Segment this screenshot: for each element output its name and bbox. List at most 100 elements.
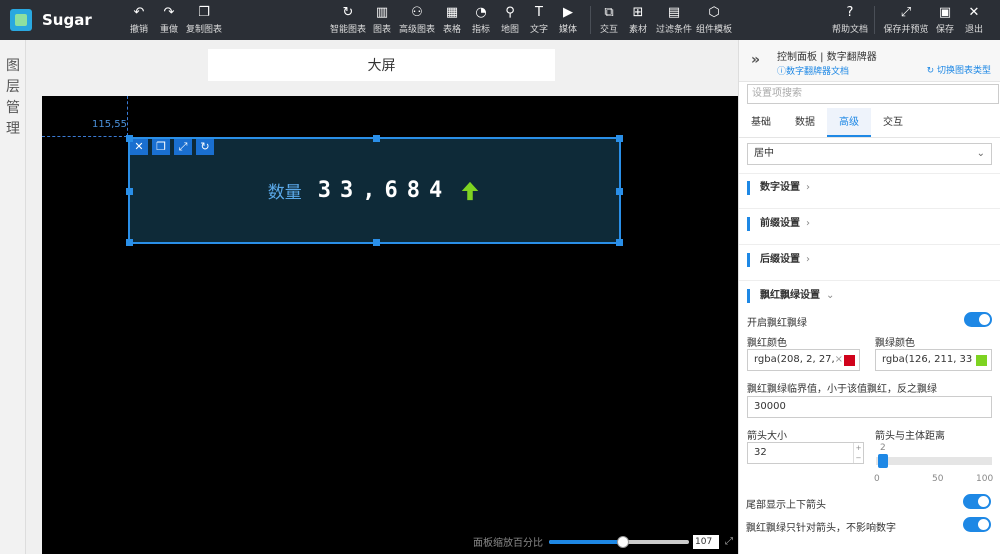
zoom-control: 面板缩放百分比 107 ⤢ — [473, 534, 733, 549]
number-flipper-widget[interactable]: ✕ ❐ ⤢ ↻ 数量 33,684 — [126, 135, 623, 246]
position-guide-vertical — [127, 96, 128, 136]
alignment-value: 居中 — [754, 148, 774, 159]
section-divider — [739, 208, 1000, 209]
expand-icon: ⤢ — [900, 5, 912, 20]
section-red-green-settings[interactable]: 飘红飘绿设置 ⌄ — [747, 289, 834, 303]
section-suffix-settings[interactable]: 后缀设置 › — [747, 253, 810, 267]
help-icon: ? — [846, 5, 854, 20]
slider-tick-100: 100 — [976, 474, 994, 484]
red-color-field[interactable]: rgba(208, 2, 27, × — [747, 349, 860, 371]
section-divider — [739, 173, 1000, 174]
zoom-slider-knob[interactable] — [617, 535, 630, 548]
enable-red-green-toggle[interactable] — [964, 312, 992, 327]
media-play-icon: ▶ — [563, 5, 573, 20]
arrow-up-path — [461, 181, 479, 200]
layer-management-label: 图层管理 — [6, 58, 20, 137]
map-pin-icon: ⚲ — [505, 5, 515, 20]
cube-icon: ⬡ — [708, 5, 720, 20]
threshold-input[interactable]: 30000 — [747, 396, 992, 418]
zoom-input[interactable]: 107 — [693, 534, 719, 549]
sugar-logo-icon — [10, 9, 32, 31]
green-color-field[interactable]: rgba(126, 211, 33 — [875, 349, 992, 371]
canvas-area: 大屏 115,55 ✕ ❐ ⤢ ↻ 数量 33,684 面板缩放百分比 107 … — [27, 40, 738, 554]
arrow-only-label: 飘红飘绿只针对箭头，不影响数字 — [746, 523, 896, 534]
enable-red-green-label: 开启飘红飘绿 — [747, 318, 807, 329]
panel-title: 控制面板 | 数字翻牌器 — [777, 52, 877, 63]
resize-handle[interactable] — [373, 239, 380, 246]
zoom-label: 面板缩放百分比 — [473, 538, 543, 549]
app-name: Sugar — [42, 11, 92, 29]
copy-chart-button[interactable]: ❐ 复制图表 — [180, 4, 228, 35]
resize-handle[interactable] — [616, 135, 623, 142]
arrow-distance-value: 2 — [880, 443, 886, 453]
threshold-label: 飘红飘绿临界值，小于该值飘红，反之飘绿 — [747, 384, 937, 395]
chevron-down-icon: ⌄ — [976, 148, 985, 159]
arrow-distance-slider-knob[interactable] — [878, 454, 889, 468]
section-number-settings[interactable]: 数字设置 › — [747, 181, 810, 195]
copy-widget-icon[interactable]: ❐ — [152, 139, 170, 155]
doc-link[interactable]: ⓘ数字翻牌器文档 — [777, 64, 849, 77]
position-readout: 115,55 — [92, 119, 127, 130]
tail-arrow-label: 尾部显示上下箭头 — [746, 500, 826, 511]
help-circle-icon: ⓘ — [777, 67, 787, 77]
control-panel: » 控制面板 | 数字翻牌器 ⓘ数字翻牌器文档 ↻ 切换图表类型 设置项搜索 基… — [738, 40, 1000, 554]
widget-prefix: 数量 — [267, 183, 302, 203]
arrow-size-input[interactable]: 32 + − — [747, 442, 864, 464]
tab-advanced[interactable]: 高级 — [827, 108, 871, 137]
clear-icon[interactable]: × — [835, 350, 843, 370]
app-logo: Sugar — [10, 9, 92, 31]
widget-toolbar: ✕ ❐ ⤢ ↻ — [130, 139, 218, 155]
alignment-select[interactable]: 居中 ⌄ — [747, 143, 992, 165]
material-icon: ⊞ — [632, 5, 644, 20]
position-guide-horizontal — [42, 136, 127, 137]
refresh-widget-icon[interactable]: ↻ — [196, 139, 214, 155]
chevron-right-icon: › — [806, 182, 810, 193]
arrow-size-stepper[interactable]: + − — [853, 443, 863, 463]
tab-basic[interactable]: 基础 — [739, 108, 783, 137]
green-color-value: rgba(126, 211, 33 — [882, 354, 973, 365]
copy-icon: ❐ — [198, 5, 210, 20]
tab-interaction[interactable]: 交互 — [871, 108, 915, 137]
slider-tick-0: 0 — [874, 474, 880, 484]
resize-handle[interactable] — [126, 188, 133, 195]
resize-handle[interactable] — [126, 239, 133, 246]
screen-title[interactable]: 大屏 — [208, 49, 555, 81]
arrow-distance-slider[interactable] — [876, 457, 992, 465]
template-button[interactable]: ⬡ 组件模板 — [690, 4, 738, 35]
advanced-chart-icon: ⚇ — [411, 5, 423, 20]
panel-header: » 控制面板 | 数字翻牌器 ⓘ数字翻牌器文档 ↻ 切换图表类型 — [739, 40, 1000, 82]
resize-handle[interactable] — [126, 135, 133, 142]
resize-handle[interactable] — [616, 239, 623, 246]
tab-data[interactable]: 数据 — [783, 108, 827, 137]
collapse-panel-icon[interactable]: » — [751, 52, 760, 68]
settings-search-input[interactable]: 设置项搜索 — [747, 84, 999, 104]
gauge-icon: ◔ — [475, 5, 487, 20]
resize-handle[interactable] — [373, 135, 380, 142]
red-color-label: 飘红颜色 — [747, 338, 787, 349]
zoom-slider[interactable] — [549, 535, 689, 548]
arrow-only-toggle[interactable] — [963, 517, 991, 532]
section-prefix-settings[interactable]: 前缀设置 › — [747, 217, 810, 231]
text-icon: T — [535, 5, 543, 20]
green-color-swatch[interactable] — [976, 355, 987, 366]
arrow-size-label: 箭头大小 — [747, 431, 787, 442]
arrow-up-icon — [461, 181, 479, 200]
red-color-value: rgba(208, 2, 27, — [754, 354, 835, 365]
red-color-swatch[interactable] — [844, 355, 855, 366]
fullscreen-widget-icon[interactable]: ⤢ — [174, 139, 192, 155]
exit-button[interactable]: ✕ 退出 — [950, 4, 998, 35]
refresh-icon: ↻ — [926, 66, 937, 76]
redo-icon: ↷ — [163, 5, 175, 20]
bar-chart-icon: ▥ — [375, 5, 389, 20]
filter-icon: ▤ — [667, 5, 681, 20]
switch-chart-type-button[interactable]: ↻ 切换图表类型 — [927, 63, 991, 76]
tail-arrow-toggle[interactable] — [963, 494, 991, 509]
chevron-right-icon: › — [806, 218, 810, 229]
green-color-label: 飘绿颜色 — [875, 338, 915, 349]
resize-handle[interactable] — [616, 188, 623, 195]
layer-management-rail[interactable]: 图层管理 — [0, 40, 26, 554]
widget-number: 33,684 — [317, 178, 452, 203]
help-button[interactable]: ? 帮助文档 — [826, 4, 874, 35]
screen-canvas[interactable]: 115,55 ✕ ❐ ⤢ ↻ 数量 33,684 — [42, 96, 738, 554]
fullscreen-icon[interactable]: ⤢ — [725, 536, 733, 547]
